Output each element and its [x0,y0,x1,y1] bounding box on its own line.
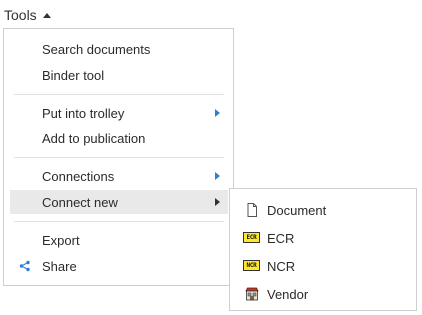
submenu-item-vendor[interactable]: Vendor [236,282,412,306]
ecr-icon: ECR [243,232,260,243]
tools-label: Tools [4,7,37,23]
chevron-right-icon [215,198,220,206]
submenu-item-label: Document [267,202,327,218]
menu-item-label: Connect new [42,194,118,210]
menu-item-label: Share [42,258,77,274]
menu-item-label: Connections [42,168,115,184]
menu-item-label: Binder tool [42,67,105,83]
submenu-item-label: NCR [267,258,296,274]
submenu-item-label: ECR [267,230,295,246]
menu-item-share[interactable]: Share [10,254,228,278]
menu-item-connect-new[interactable]: Connect new [10,190,228,214]
menu-separator [14,94,224,95]
menu-item-label: Add to publication [42,130,146,146]
submenu-item-document[interactable]: Document [236,198,412,222]
document-icon [247,203,257,217]
tools-menu-button[interactable]: Tools [4,6,51,24]
menu-separator [14,157,224,158]
menu-item-search-documents[interactable]: Search documents [10,37,228,61]
caret-up-icon [42,12,51,18]
menu-item-label: Search documents [42,41,151,57]
tools-dropdown-menu: Search documents Binder tool Put into tr… [3,28,234,286]
menu-item-connections[interactable]: Connections [10,164,228,188]
chevron-right-icon [215,109,220,117]
submenu-item-label: Vendor [267,286,309,302]
menu-item-add-to-publication[interactable]: Add to publication [10,126,228,150]
connect-new-submenu: Document ECR ECR NCR NCR Vendor [229,188,417,311]
vendor-icon [245,287,259,301]
menu-item-put-into-trolley[interactable]: Put into trolley [10,101,228,125]
submenu-item-ncr[interactable]: NCR NCR [236,254,412,278]
menu-item-binder-tool[interactable]: Binder tool [10,63,228,87]
chevron-right-icon [215,172,220,180]
menu-item-label: Put into trolley [42,105,125,121]
share-icon [19,260,30,272]
menu-item-label: Export [42,232,80,248]
submenu-item-ecr[interactable]: ECR ECR [236,226,412,250]
ncr-icon: NCR [243,260,260,271]
menu-item-export[interactable]: Export [10,228,228,252]
menu-separator [14,221,224,222]
